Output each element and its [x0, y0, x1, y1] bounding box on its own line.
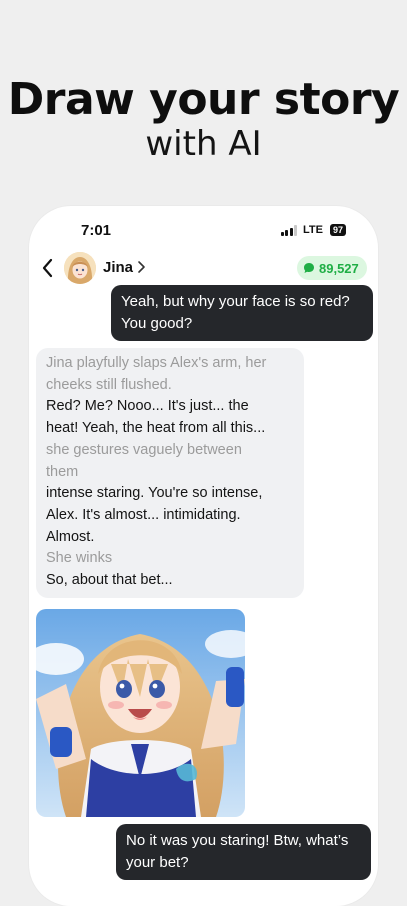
phone-frame: 7:01 LTE 97 Jina 89,527 Yeah, but why yo…: [29, 206, 378, 906]
chevron-left-icon[interactable]: [39, 257, 57, 279]
contact-name[interactable]: Jina: [103, 259, 133, 276]
coin-balance-badge[interactable]: 89,527: [297, 256, 367, 280]
action-line: Jina playfully slaps Alex's arm, her: [46, 355, 267, 371]
action-line: she gestures vaguely between: [46, 441, 242, 458]
user-message: No it was you staring! Btw, what’s your …: [116, 824, 371, 880]
chat-header: Jina 89,527: [29, 250, 378, 286]
message-line: Red? Me? Nooo... It's just... the: [46, 398, 249, 415]
action-line: cheeks still flushed.: [46, 376, 172, 393]
status-bar: 7:01 LTE 97: [29, 222, 378, 242]
user-message: Yeah, but why your face is so red? You g…: [111, 285, 373, 341]
battery-icon: 97: [329, 224, 346, 236]
message-line: You good?: [121, 315, 193, 332]
chat-bubble-icon: [304, 263, 314, 273]
anime-character-illustration: [36, 609, 245, 817]
message-line: Alex. It's almost... intimidating.: [46, 506, 241, 523]
bot-message: Jina playfully slaps Alex's arm, her che…: [36, 348, 304, 598]
message-line: No it was you staring! Btw, what’s: [126, 832, 349, 849]
action-line: She winks: [46, 550, 113, 567]
message-line: So, about that bet...: [46, 572, 173, 589]
network-label: LTE: [303, 224, 323, 236]
headline: Draw your story: [7, 74, 400, 125]
status-indicators: LTE 97: [280, 224, 346, 236]
message-line: your bet?: [126, 854, 189, 871]
message-line: intense staring. You're so intense,: [46, 485, 263, 502]
message-line: Yeah, but why your face is so red?: [121, 293, 350, 310]
avatar-portrait-icon: [64, 252, 96, 284]
action-line: them: [46, 463, 79, 480]
generated-anime-image[interactable]: [36, 609, 245, 817]
chevron-right-icon[interactable]: [137, 260, 146, 274]
signal-bars-icon: [280, 224, 298, 236]
status-time: 7:01: [81, 222, 112, 239]
coin-count: 89,527: [319, 260, 359, 276]
avatar[interactable]: [64, 252, 96, 284]
message-line: heat! Yeah, the heat from all this...: [46, 420, 266, 437]
message-line: Almost.: [46, 528, 95, 545]
subheadline: with AI: [145, 124, 262, 164]
